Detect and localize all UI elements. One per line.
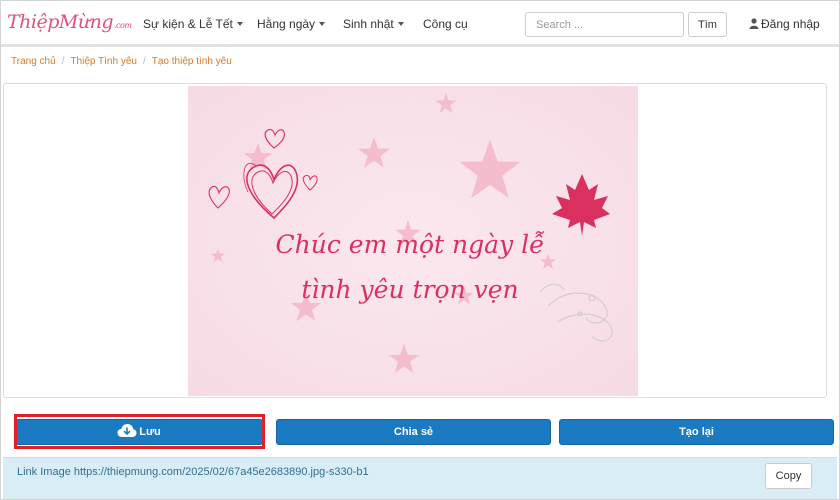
logo-text: ThiệpMừng — [7, 11, 113, 33]
copy-button[interactable]: Copy — [765, 463, 812, 489]
image-link-text: Link Image https://thiepmung.com/2025/02… — [17, 466, 369, 478]
nav-birthday-label: Sinh nhật — [343, 17, 394, 31]
nav-tools-label: Công cụ — [423, 17, 468, 31]
top-navbar: ThiệpMừng.com Sự kiện & Lễ Tết Hằng ngày… — [1, 1, 839, 47]
recreate-button[interactable]: Tạo lại — [559, 419, 834, 445]
login-label: Đăng nhập — [761, 17, 820, 31]
image-link-bar: Link Image https://thiepmung.com/2025/02… — [3, 457, 837, 499]
caret-down-icon — [319, 22, 326, 26]
nav-daily-menu[interactable]: Hằng ngày — [257, 17, 326, 31]
caret-down-icon — [236, 22, 243, 26]
caret-down-icon — [397, 22, 404, 26]
nav-tools-link[interactable]: Công cụ — [423, 17, 468, 31]
search-button[interactable]: Tìm — [688, 12, 727, 37]
user-icon — [749, 18, 759, 29]
greeting-card-image: Chúc em một ngày lễ tình yêu trọn vẹn — [188, 86, 638, 396]
search-input[interactable] — [525, 12, 684, 37]
breadcrumb-love-cards[interactable]: Thiệp Tình yêu — [70, 56, 137, 67]
card-message-line-2: tình yêu trọn vẹn — [301, 275, 518, 304]
nav-events-label: Sự kiện & Lễ Tết — [143, 17, 233, 31]
page: ThiệpMừng.com Sự kiện & Lễ Tết Hằng ngày… — [0, 0, 840, 500]
login-link[interactable]: Đăng nhập — [749, 17, 820, 31]
cloud-download-icon — [117, 424, 137, 437]
breadcrumb-home[interactable]: Trang chủ — [11, 56, 56, 67]
site-logo[interactable]: ThiệpMừng.com — [7, 11, 132, 33]
save-button[interactable]: Lưu — [15, 419, 263, 445]
breadcrumb-separator: / — [142, 56, 146, 67]
logo-domain: .com — [113, 21, 132, 30]
save-label: Lưu — [139, 426, 161, 438]
nav-daily-label: Hằng ngày — [257, 17, 316, 31]
nav-events-menu[interactable]: Sự kiện & Lễ Tết — [143, 17, 243, 31]
breadcrumb: Trang chủ / Thiệp Tình yêu / Tạo thiệp tình … — [11, 56, 232, 67]
nav-birthday-menu[interactable]: Sinh nhật — [343, 17, 404, 31]
share-button[interactable]: Chia sẻ — [276, 419, 551, 445]
card-message-line-1: Chúc em một ngày lễ — [276, 230, 546, 259]
breadcrumb-create-card[interactable]: Tạo thiệp tình yêu — [152, 56, 232, 67]
breadcrumb-separator: / — [61, 56, 65, 67]
